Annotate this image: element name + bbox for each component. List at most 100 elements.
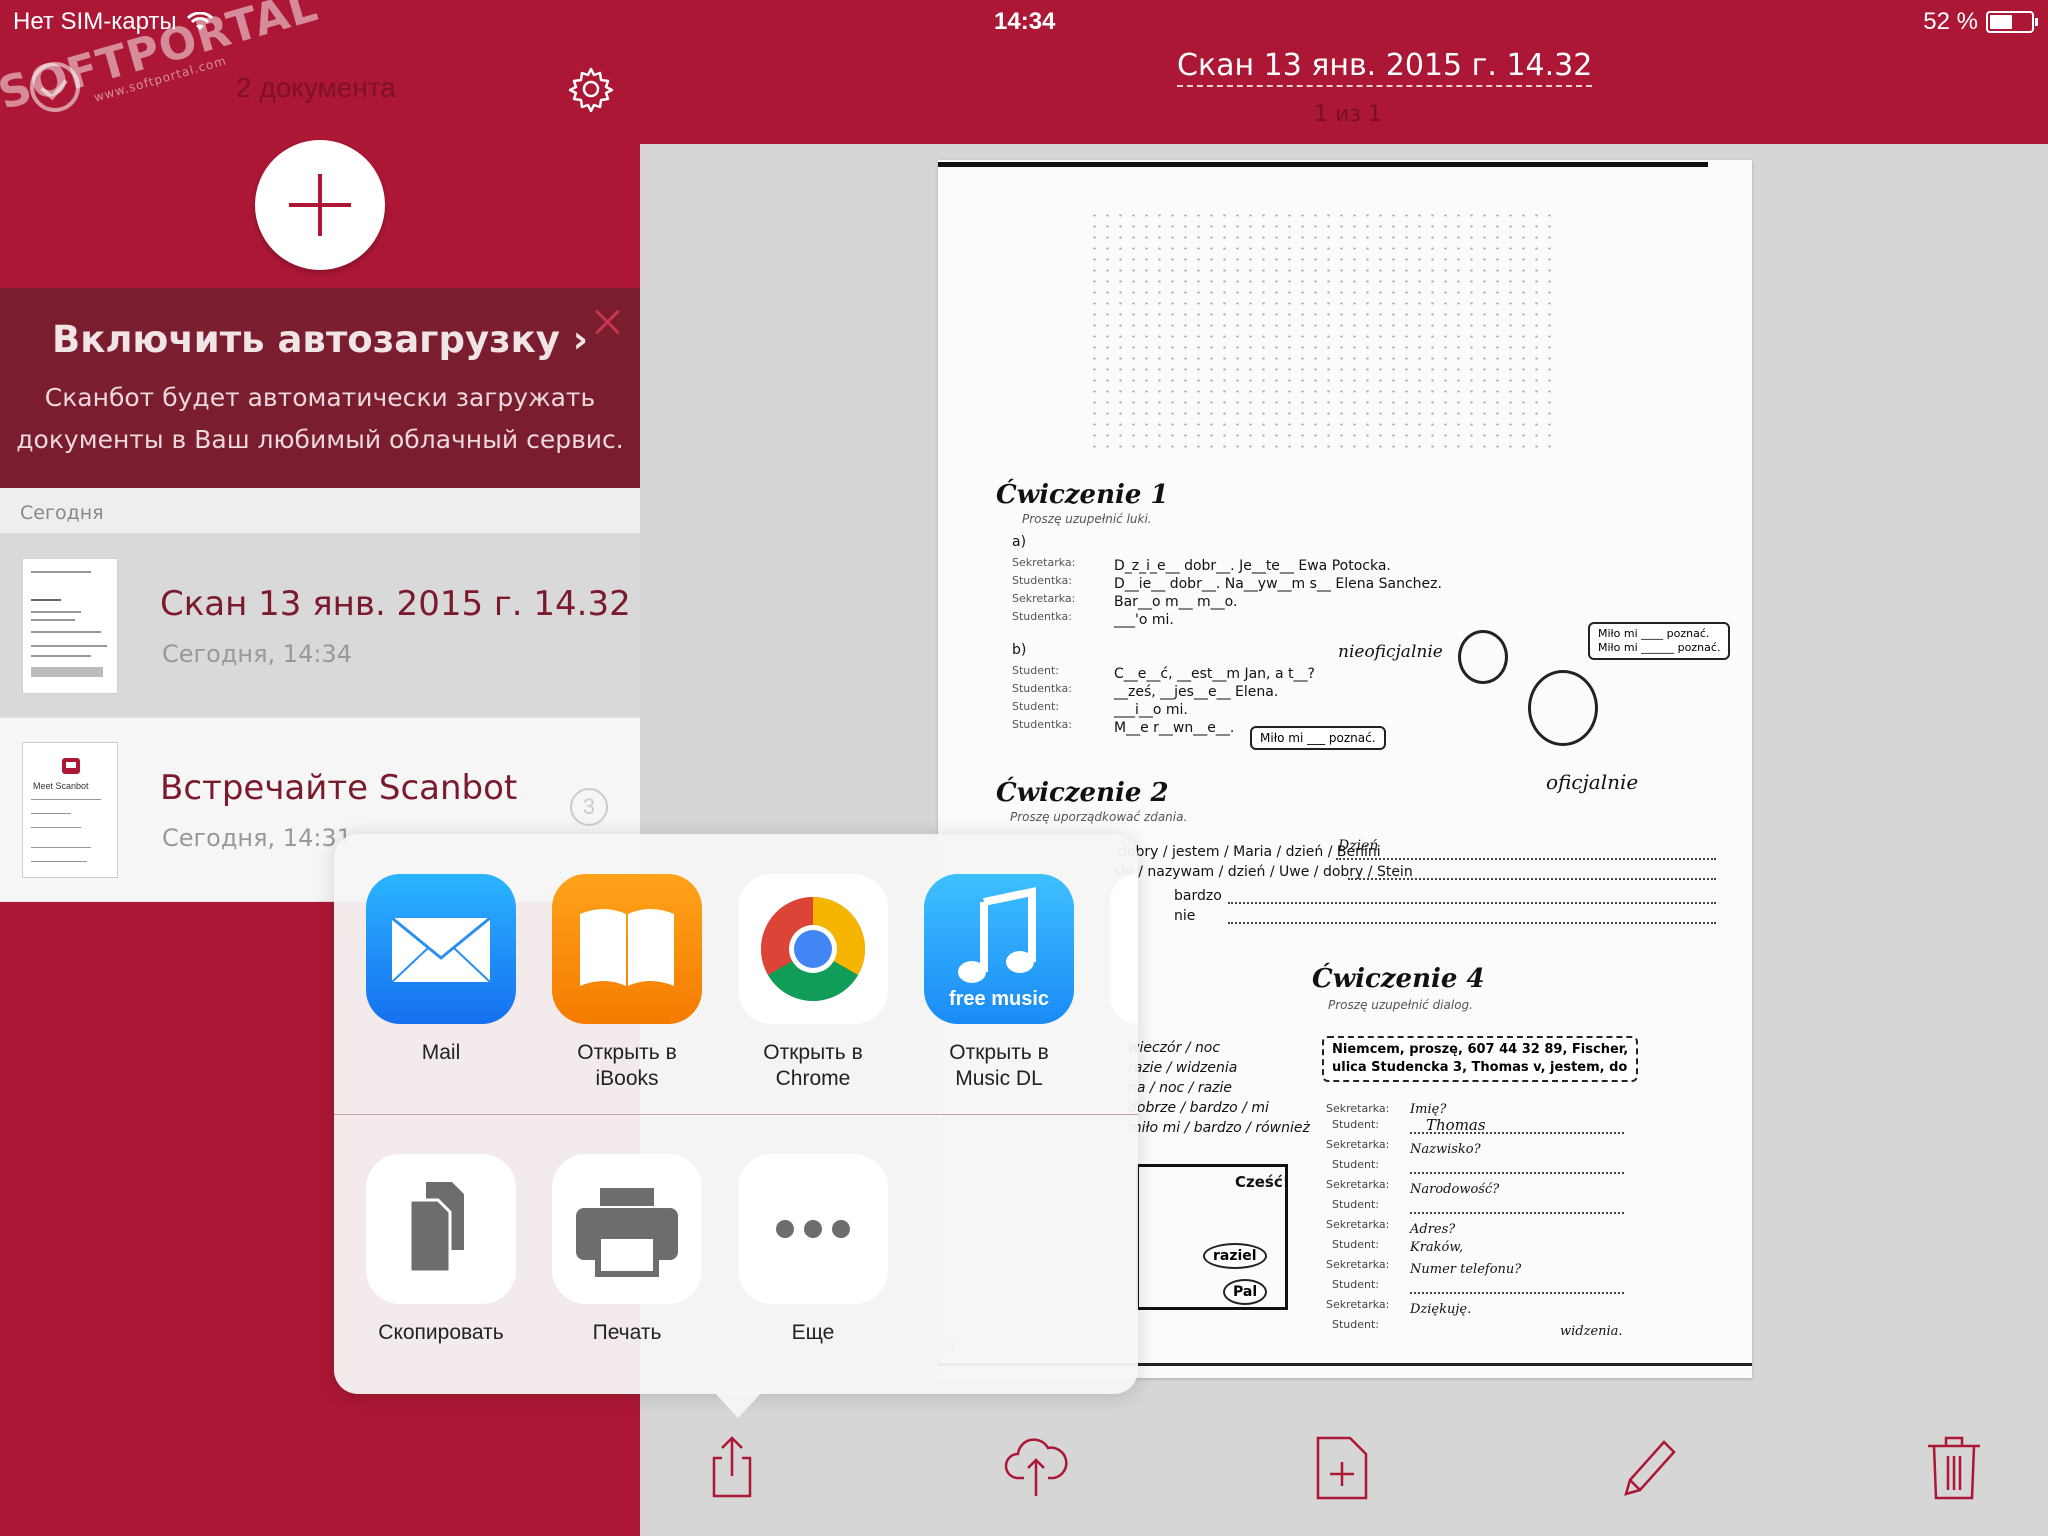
cartoon-panel: Cześć! raziel Pal — [1136, 1164, 1290, 1310]
share-action-print[interactable]: Печать — [552, 1154, 702, 1346]
answer-line — [1410, 1292, 1624, 1294]
answer-line — [1410, 1212, 1624, 1214]
scan-border — [938, 162, 1708, 167]
banner-text-line: Сканбот будет автоматически загружать — [44, 383, 596, 412]
dialog-role: Studentka: — [1012, 574, 1072, 587]
autoupload-banner[interactable]: Включить автозагрузку › Сканбот будет ав… — [0, 288, 640, 488]
popover-arrow — [714, 1392, 762, 1418]
dialog-role: Studentka: — [1012, 610, 1072, 623]
caption-formal: oficjalnie — [1546, 770, 1639, 794]
answer-line — [1228, 922, 1716, 924]
dialog-role: Student: — [1332, 1158, 1380, 1171]
share-app-label: Открыть в Chrome — [763, 1041, 863, 1090]
dialog-role: Sekretarka: — [1326, 1218, 1390, 1231]
exercise-instruction: Proszę uzupełnić luki. — [1022, 512, 1152, 526]
speech-bubble: raziel — [1203, 1243, 1267, 1269]
speech-bubble: Pal — [1223, 1279, 1268, 1305]
speech-bubble: Miło mi ___ poznać. — [1250, 726, 1386, 750]
dialog-answer: Adres? — [1410, 1222, 1456, 1237]
share-app-peek[interactable] — [1110, 874, 1138, 1024]
dialog-role: Student: — [1332, 1278, 1380, 1291]
more-icon[interactable] — [738, 1154, 888, 1304]
document-count: 2 документа — [236, 72, 396, 103]
sidebar-header: Нет SIM-карты SOFTPORTAL www.softportal.… — [0, 0, 640, 288]
document-thumbnail — [22, 558, 118, 694]
mail-icon[interactable] — [366, 874, 516, 1024]
ibooks-icon[interactable] — [552, 874, 702, 1024]
thumbnail-caption: Meet Scanbot — [33, 781, 89, 791]
document-date: Сегодня, 14:34 — [162, 640, 352, 668]
exercise-line: dobrze / bardzo / mi — [1128, 1100, 1269, 1116]
share-action-label: Еще — [791, 1321, 835, 1344]
dialog-role: Sekretarka: — [1012, 556, 1076, 569]
dialog-line: M__e r__wn__e__. — [1114, 720, 1235, 736]
status-time: 14:34 — [994, 8, 1056, 35]
exercise-part-label: b) — [1012, 642, 1027, 658]
document-title: Скан 13 янв. 2015 г. 14.32 — [160, 584, 631, 624]
music-dl-icon[interactable]: free music — [924, 874, 1074, 1024]
dialog-role: Sekretarka: — [1012, 592, 1076, 605]
battery-icon — [1986, 11, 2038, 33]
top-bar: 14:34 52 % Скан 13 янв. 2015 г. 14.32 1 … — [640, 0, 2048, 144]
answer-line — [1336, 858, 1716, 860]
page-indicator: 1 из 1 — [1314, 102, 1382, 127]
speech-bubble-line: Miło mi ______ poznać. — [1598, 641, 1721, 654]
share-sheet: Mail Открыть в iBooks Открыть в Chrome f… — [334, 834, 1138, 1394]
document-date: Сегодня, 14:31 — [162, 824, 352, 852]
share-app-label: Открыть в iBooks — [577, 1041, 677, 1090]
share-app-ibooks[interactable]: Открыть в iBooks — [552, 874, 702, 1092]
word-bank-line: Niemcem, proszę, 607 44 32 89, Fischer, — [1332, 1042, 1629, 1057]
share-icon[interactable] — [700, 1432, 764, 1502]
share-app-mail[interactable]: Mail — [366, 874, 516, 1066]
share-action-more[interactable]: Еще — [738, 1154, 888, 1346]
add-document-button[interactable] — [255, 140, 385, 270]
dialog-role: Sekretarka: — [1326, 1138, 1390, 1151]
exercise-part-label: a) — [1012, 534, 1027, 550]
answer-line — [1228, 902, 1716, 904]
trash-icon[interactable] — [1922, 1432, 1986, 1502]
edit-pencil-icon[interactable] — [1616, 1432, 1680, 1502]
document-title-header[interactable]: Скан 13 янв. 2015 г. 14.32 — [1177, 48, 1593, 87]
answer-line — [1348, 878, 1716, 880]
share-action-label: Печать — [592, 1321, 662, 1344]
add-page-icon[interactable] — [1310, 1432, 1374, 1502]
dialog-answer: Imię? — [1410, 1102, 1447, 1117]
chrome-icon[interactable] — [738, 874, 888, 1024]
cartoon-face — [1458, 630, 1508, 684]
share-app-label: Открыть в Music DL — [949, 1041, 1049, 1090]
page-count-badge: 3 — [570, 788, 608, 826]
dialog-role: Studentka: — [1012, 718, 1072, 731]
dialog-answer: Numer telefonu? — [1410, 1262, 1522, 1277]
word-bank-line: ulica Studencka 3, Thomas v, jestem, do — [1332, 1060, 1628, 1075]
word-bank: Niemcem, proszę, 607 44 32 89, Fischer, … — [1322, 1036, 1639, 1082]
dialog-role: Student: — [1012, 700, 1060, 713]
exercise-instruction: Proszę uzupełnić dialog. — [1328, 998, 1473, 1012]
dialog-line: D_z_i_e__ dobr__. Je__te__ Ewa Potocka. — [1114, 558, 1391, 574]
dialog-line: D__ie__ dobr__. Na__yw__m s__ Elena Sanc… — [1114, 576, 1442, 592]
close-icon[interactable] — [594, 308, 622, 336]
cloud-upload-icon[interactable] — [1004, 1432, 1068, 1502]
answer-line — [1410, 1172, 1624, 1174]
status-battery: 52 % — [1923, 8, 2038, 36]
settings-gear-icon[interactable] — [568, 66, 614, 112]
print-icon[interactable] — [552, 1154, 702, 1304]
cartoon-face — [1528, 670, 1598, 746]
share-action-copy[interactable]: Скопировать — [366, 1154, 516, 1346]
dialog-line: ___i__o mi. — [1114, 702, 1188, 718]
dialog-role: Student: — [1332, 1198, 1380, 1211]
copy-icon[interactable] — [366, 1154, 516, 1304]
exercise-line: nie — [1174, 908, 1196, 924]
caption-informal: nieoficjalnie — [1338, 642, 1443, 662]
document-row[interactable]: Скан 13 янв. 2015 г. 14.32 Сегодня, 14:3… — [0, 534, 640, 718]
dialog-line: Bar__o m__ m__o. — [1114, 594, 1238, 610]
banner-title[interactable]: Включить автозагрузку › — [0, 318, 640, 361]
dialog-role: Sekretarka: — [1326, 1298, 1390, 1311]
handwritten-answer: Dzień — [1338, 838, 1379, 854]
share-app-chrome[interactable]: Открыть в Chrome — [738, 874, 888, 1092]
share-app-music-dl[interactable]: free music Открыть в Music DL — [924, 874, 1074, 1092]
dialog-answer: Dziękuję. — [1410, 1302, 1472, 1317]
share-action-label: Скопировать — [378, 1321, 504, 1344]
dialog-role: Studentka: — [1012, 682, 1072, 695]
dialog-role: Student: — [1012, 664, 1060, 677]
answer-line — [1410, 1132, 1624, 1134]
